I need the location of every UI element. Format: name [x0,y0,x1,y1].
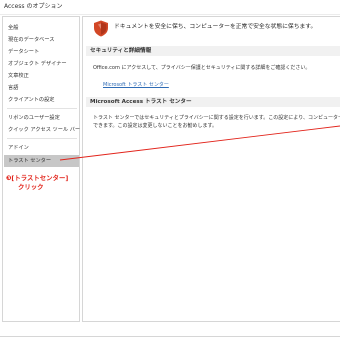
sidebar-item-datasheet[interactable]: データシート [4,46,79,58]
sidebar-divider [7,108,77,109]
sidebar-item-client-settings[interactable]: クライアントの設定 [4,94,79,106]
sidebar-item-quick-access-toolbar[interactable]: クイック アクセス ツール バー [4,124,80,136]
sidebar-item-customize-ribbon[interactable]: リボンのユーザー設定 [4,112,79,124]
instruction-callout: ❸[トラストセンター] クリック [6,174,68,192]
sidebar-divider [7,138,77,139]
privacy-description: Office.com にアクセスして、プライバシー保護とセキュリティに関する詳細… [93,65,311,71]
trust-center-section-header: Microsoft Access トラスト センター [86,97,340,107]
footer-divider [0,336,340,337]
sidebar-item-object-designers[interactable]: オブジェクト デザイナー [4,58,79,70]
trust-center-description-line2: できます。この設定は変更しないことをお勧めします。 [93,123,218,129]
sidebar-item-general[interactable]: 全般 [4,22,79,34]
sidebar-item-language[interactable]: 言語 [4,82,79,94]
window-title: Access のオプション [4,3,63,10]
privacy-section-header: セキュリティと詳細情報 [86,46,340,56]
sidebar-item-proofing[interactable]: 文章校正 [4,70,79,82]
trust-center-description-line1: トラスト センターではセキュリティとプライバシーに関する設定を行います。この設定… [93,115,340,121]
title-divider [0,14,340,15]
shield-icon [94,20,108,37]
callout-step-label: ❸[トラストセンター] [6,174,69,182]
microsoft-trust-center-link[interactable]: Microsoft トラスト センター [103,81,169,89]
options-content-panel [82,16,340,322]
callout-action-label: クリック [18,183,44,191]
options-sidebar: 全般 現在のデータベース データシート オブジェクト デザイナー 文章校正 言語… [2,16,80,322]
page-headline: ドキュメントを安全に保ち、コンピューターを正常で安全な状態に保ちます。 [114,24,317,30]
sidebar-item-current-database[interactable]: 現在のデータベース [4,34,79,46]
sidebar-item-add-ins[interactable]: アドイン [4,142,79,154]
sidebar-item-trust-center[interactable]: トラスト センター [4,155,79,167]
